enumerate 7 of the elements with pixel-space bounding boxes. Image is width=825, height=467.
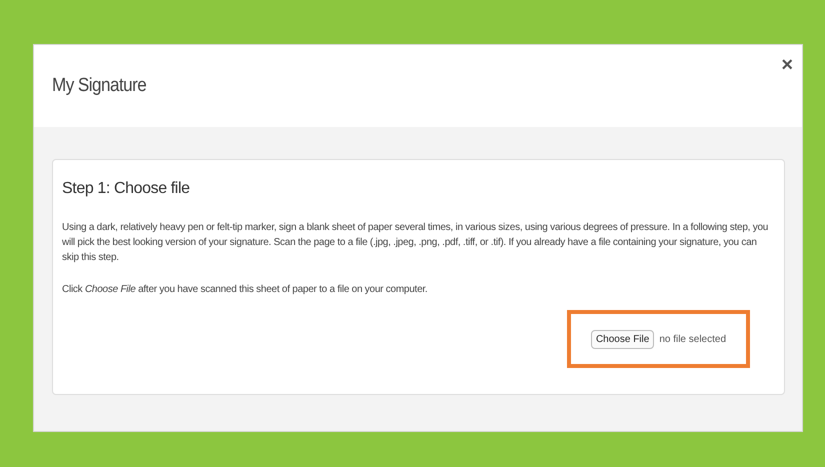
dialog-title: My Signature: [52, 75, 146, 97]
instruction-text: Click Choose File after you have scanned this sheet of paper to a file on your computer.: [62, 283, 428, 297]
close-button[interactable]: ×: [781, 55, 793, 75]
step-heading: Step 1: Choose file: [62, 180, 191, 198]
instruction-text: Using a dark, relatively heavy pen or felt-tip marker, sign a blank sheet of paper several times, in various sizes, using various degrees of pressure. In a following step, you will pick the best looking version of your signature. Scan the page to a file (.jpg, .jpeg, .png, .pdf, .tiff, or .tif). If you already have a file containing your signature, you can skip this step.: [62, 221, 770, 265]
file-status: no file selected: [659, 334, 726, 344]
choose-file-button[interactable]: Choose File: [590, 330, 654, 348]
